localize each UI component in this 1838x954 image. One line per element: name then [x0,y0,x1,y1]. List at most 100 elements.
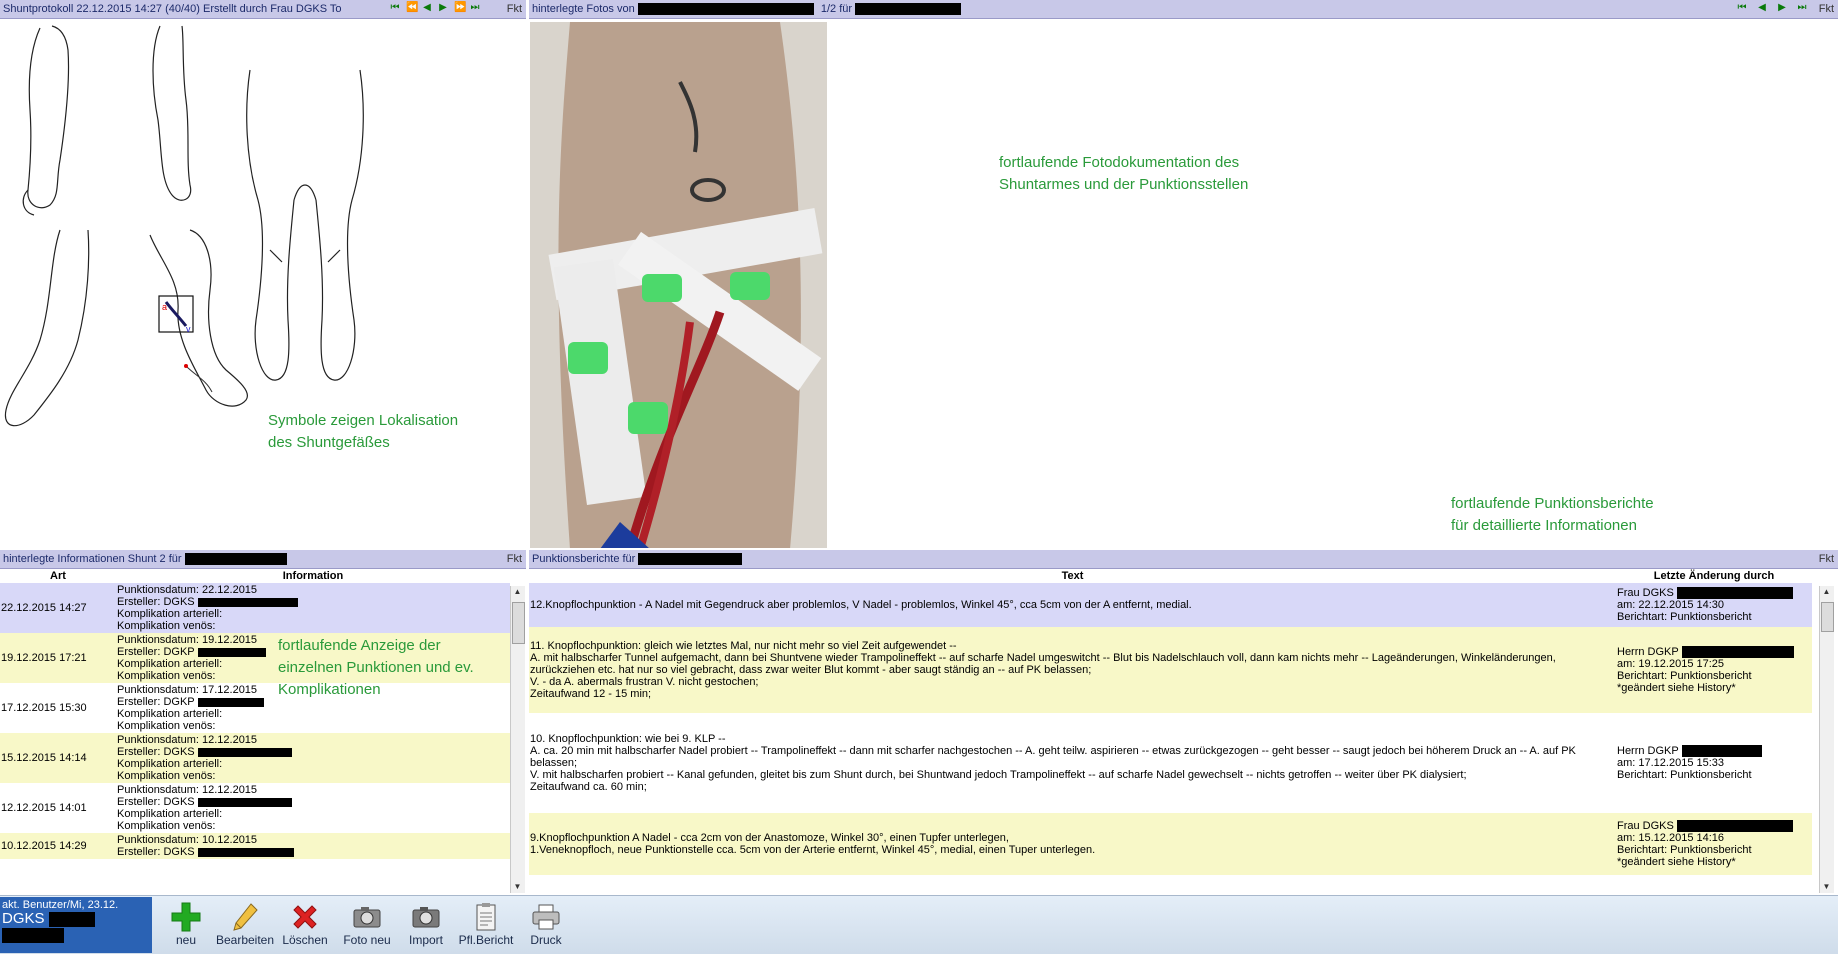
meta-author-name: Frau DGKS [1617,586,1674,599]
info-titlebar: hinterlegte Informationen Shunt 2 für Fk… [0,550,526,569]
info-line: Komplikation venös: [117,820,216,832]
meta-date: am: 22.12.2015 14:30 [1617,599,1725,612]
redacted-name [197,647,266,657]
scroll-up-icon[interactable]: ▲ [1821,586,1832,598]
info-line: Komplikation arteriell: [117,808,223,820]
redacted-name [1681,745,1762,758]
table-row[interactable]: 10.12.2015 14:29 Punktionsdatum: 10.12.2… [0,833,510,859]
info-line: Punktionsdatum: 12.12.2015 [117,734,258,746]
scroll-up-icon[interactable]: ▲ [512,586,523,598]
scroll-down-icon[interactable]: ▼ [1821,881,1832,893]
cell-info: Punktionsdatum: 12.12.2015 Ersteller: DG… [116,783,510,833]
table-row[interactable]: 22.12.2015 14:27 Punktionsdatum: 22.12.2… [0,583,510,633]
annotation-foto: fortlaufende Fotodokumentation des Shunt… [999,152,1248,196]
info-line: Punktionsdatum: 10.12.2015 [117,834,258,846]
edit-button[interactable]: Bearbeiten [215,901,275,947]
table-row[interactable]: 9.Knopflochpunktion A Nadel - cca 2cm vo… [529,813,1812,875]
info-line: Punktionsdatum: 12.12.2015 [117,784,258,796]
berichte-title: Punktionsberichte für [532,553,636,565]
import-camera-icon [396,901,456,933]
current-user-row2 [0,927,152,944]
col-information[interactable]: Information [116,569,510,583]
table-row[interactable]: 10. Knopflochpunktion: wie bei 9. KLP --… [529,713,1812,813]
berichte-titlebar: Punktionsberichte für Fkt [529,550,1838,569]
redacted-name [855,3,962,16]
col-letzte-aenderung[interactable]: Letzte Änderung durch [1616,569,1812,583]
first-icon[interactable]: ⏮ [390,2,400,14]
cell-art: 22.12.2015 14:27 [0,583,116,633]
cell-info: Punktionsdatum: 22.12.2015 Ersteller: DG… [116,583,510,633]
fkt-menu[interactable]: Fkt [1819,550,1834,568]
annotation-symbols-line2: des Shuntgefäßes [268,434,390,451]
shuntprotokoll-titlebar: Shuntprotokoll 22.12.2015 14:27 (40/40) … [0,0,526,19]
redacted-name [197,747,292,757]
annotation-berichte-line2: für detaillierte Informationen [1451,517,1637,534]
new-label: neu [175,933,197,947]
table-row[interactable]: 11. Knopflochpunktion: gleich wie letzte… [529,627,1812,713]
delete-label: Löschen [282,933,328,947]
annotation-punktionen-line2: einzelnen Punktionen und ev. [278,659,474,676]
prev-icon[interactable]: ◀ [422,2,432,14]
meta-date: am: 17.12.2015 15:33 [1617,757,1725,770]
berichte-panel: Text Letzte Änderung durch 12.Knopflochp… [529,569,1838,893]
scroll-down-icon[interactable]: ▼ [512,881,523,893]
import-button[interactable]: Import [396,901,456,947]
prev-prev-icon[interactable]: ⏪ [406,2,418,14]
table-row[interactable]: 12.Knopflochpunktion - A Nadel mit Gegen… [529,583,1812,627]
new-button[interactable]: neu [156,901,216,947]
photo-new-label: Foto neu [343,933,391,947]
info-table: Art Information 22.12.2015 14:27 Punktio… [0,569,510,859]
photo-first-icon[interactable]: ⏮ [1737,2,1747,14]
svg-text:a: a [162,302,167,312]
redacted-name [2,928,64,943]
next-icon[interactable]: ▶ [438,2,448,14]
info-creator: Ersteller: DGKP [117,696,195,708]
meta-author-name: Frau DGKS [1617,819,1674,832]
info-line: Komplikation arteriell: [117,608,223,620]
fkt-menu[interactable]: Fkt [1819,0,1834,18]
photo-new-button[interactable]: Foto neu [337,901,397,947]
x-icon [275,901,335,933]
col-text[interactable]: Text [529,569,1616,583]
meta-author: Frau DGKS [1617,819,1811,833]
cell-art: 19.12.2015 17:21 [0,633,116,683]
annotation-berichte-line1: fortlaufende Punktionsberichte [1451,495,1654,512]
plus-icon [156,901,216,933]
cell-info: Punktionsdatum: 10.12.2015 Ersteller: DG… [116,833,510,859]
table-row[interactable]: 12.12.2015 14:01 Punktionsdatum: 12.12.2… [0,783,510,833]
col-art[interactable]: Art [0,569,116,583]
shuntprotokoll-title: Shuntprotokoll 22.12.2015 14:27 (40/40) … [3,3,342,15]
berichte-scrollbar[interactable]: ▲ ▼ [1819,586,1834,893]
fkt-menu[interactable]: Fkt [507,0,522,18]
info-line: Ersteller: DGKS [117,596,509,608]
shunt-arm-photo [530,22,827,548]
meta-author: Herrn DGKP [1617,646,1811,659]
meta-author: Frau DGKS [1617,586,1811,600]
meta-history: *geändert siehe History* [1617,856,1736,869]
scroll-thumb[interactable] [1821,602,1834,632]
cell-art: 17.12.2015 15:30 [0,683,116,733]
print-button[interactable]: Druck [516,901,576,947]
scroll-thumb[interactable] [512,602,525,644]
redacted-name [637,3,814,16]
photo-prev-icon[interactable]: ◀ [1757,2,1767,14]
photo-next-icon[interactable]: ▶ [1777,2,1787,14]
care-report-label: Pfl.Bericht [458,933,514,947]
edit-label: Bearbeiten [215,933,275,947]
delete-button[interactable]: Löschen [275,901,335,947]
info-scrollbar[interactable]: ▲ ▼ [510,586,525,893]
annotation-symbols-line1: Symbole zeigen Lokalisation [268,412,459,429]
care-report-button[interactable]: Pfl.Bericht [456,901,516,947]
last-icon[interactable]: ⏭ [470,2,480,14]
body-diagram: a v [4,25,364,427]
next-next-icon[interactable]: ⏩ [454,2,466,14]
berichte-table: Text Letzte Änderung durch 12.Knopflochp… [529,569,1812,875]
meta-date: am: 19.12.2015 17:25 [1617,658,1725,671]
meta-date: am: 15.12.2015 14:16 [1617,832,1725,845]
fotos-title-wrap: hinterlegte Fotos von 1/2 für [532,0,962,18]
fkt-menu[interactable]: Fkt [507,550,522,568]
photo-last-icon[interactable]: ⏭ [1797,2,1807,14]
meta-type: Berichtart: Punktionsbericht [1617,670,1752,683]
table-row[interactable]: 15.12.2015 14:14 Punktionsdatum: 12.12.2… [0,733,510,783]
meta-type: Berichtart: Punktionsbericht [1617,611,1752,624]
